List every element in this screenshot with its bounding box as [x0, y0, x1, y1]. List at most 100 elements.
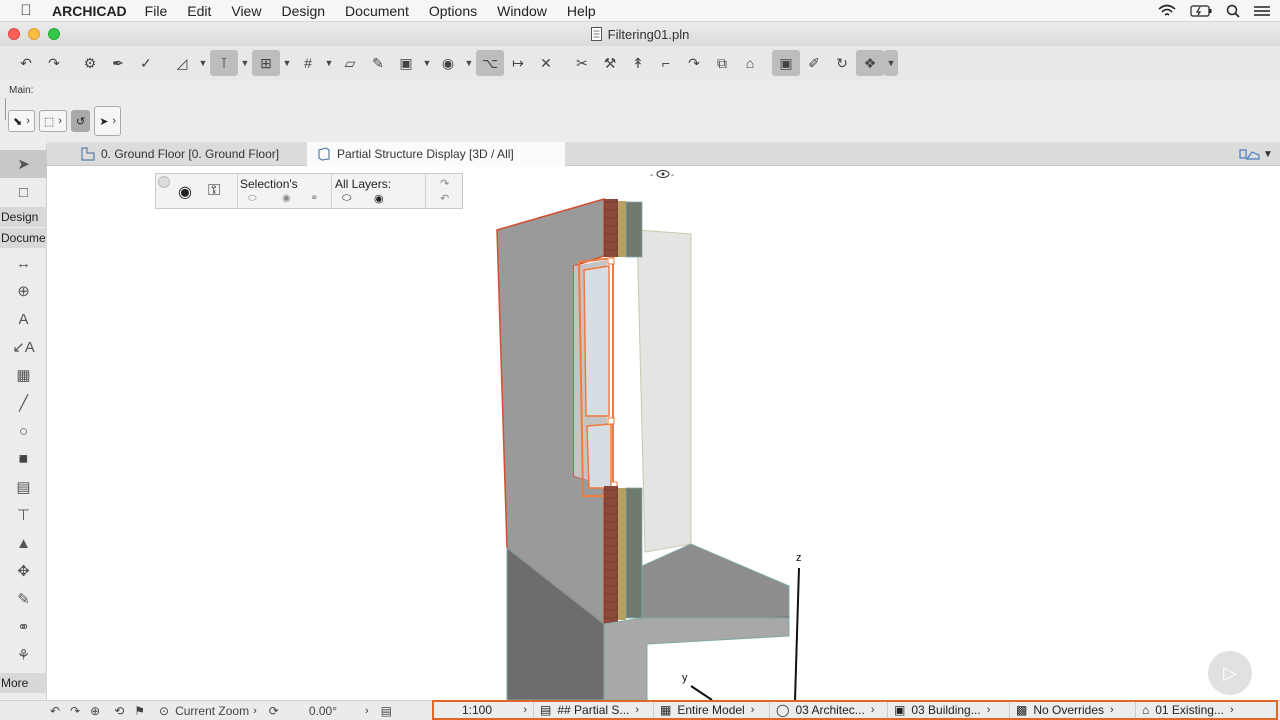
scale-selector[interactable]: 1:100 › — [434, 702, 534, 718]
renovation-filter-selector[interactable]: ⌂ 01 Existing... › — [1136, 702, 1256, 718]
rotation-angle-value[interactable]: 0.00° — [309, 704, 337, 718]
wifi-icon[interactable] — [1158, 4, 1176, 18]
arrow-tool-button[interactable]: ➤ › — [94, 106, 122, 136]
roof-icon[interactable]: ⌂ — [736, 50, 764, 76]
rotate-marquee-button[interactable]: ↺ — [70, 110, 91, 132]
close-window-button[interactable] — [8, 28, 20, 40]
navigator-menu-button[interactable]: ▼ — [1229, 142, 1280, 166]
eyedropper-icon[interactable]: ✒ — [104, 50, 132, 76]
undo-icon[interactable]: ↶ — [12, 50, 40, 76]
marquee-type-button[interactable]: ⬚ › — [38, 110, 67, 132]
play-video-button[interactable]: ▷ — [1208, 651, 1252, 695]
fillet-icon[interactable]: ⌐ — [652, 50, 680, 76]
layers-dropdown-icon[interactable]: ▼ — [420, 50, 434, 76]
view-3d-dropdown-icon[interactable]: ▼ — [884, 50, 898, 76]
selection-show-icon[interactable]: ⬭ — [248, 193, 257, 204]
document-section-label[interactable]: Docume — [0, 228, 47, 248]
guide-dropdown-icon[interactable]: ▼ — [196, 50, 210, 76]
menu-help[interactable]: Help — [567, 3, 596, 19]
redo-icon[interactable]: ↷ — [40, 50, 68, 76]
paint-icon[interactable]: ✐ — [800, 50, 828, 76]
menu-file[interactable]: File — [145, 3, 168, 19]
plane-icon[interactable]: ▱ — [336, 50, 364, 76]
more-section-label[interactable]: More — [0, 673, 47, 693]
snap-dropdown-icon[interactable]: ▼ — [238, 50, 252, 76]
layers-lock-icon[interactable]: ◉ — [374, 192, 384, 205]
minimize-window-button[interactable] — [28, 28, 40, 40]
dimension-icon[interactable]: ↦ — [504, 50, 532, 76]
change-tool-icon[interactable]: ✎ — [0, 585, 47, 613]
marquee-fit-icon[interactable]: ▣ — [772, 50, 800, 76]
dimension-tool-icon[interactable]: ↔ — [0, 249, 47, 277]
menu-options[interactable]: Options — [429, 3, 477, 19]
line-tool-icon[interactable]: ╱ — [0, 389, 47, 417]
arrow-tool-icon[interactable]: ➤ — [0, 150, 47, 178]
lock-icon[interactable]: ◉ — [434, 50, 462, 76]
radial-dimension-icon[interactable]: ⊕ — [0, 277, 47, 305]
pen-set-selector[interactable]: ◯ 03 Architec... › — [770, 702, 888, 718]
curve-icon[interactable]: ↷ — [680, 50, 708, 76]
notification-list-icon[interactable] — [1254, 5, 1270, 17]
elevate-icon[interactable]: ↟ — [624, 50, 652, 76]
snap-icon[interactable]: ⊺ — [210, 50, 238, 76]
polyline-tool-icon[interactable]: ◾ — [0, 445, 47, 473]
view-3d-icon[interactable]: ❖ — [856, 50, 884, 76]
circle-tool-icon[interactable]: ○ — [0, 417, 47, 445]
orbit-icon[interactable]: ⟲ — [114, 704, 124, 718]
menu-document[interactable]: Document — [345, 3, 409, 19]
palette-redo-icon[interactable]: ↷ — [440, 177, 449, 190]
selection-unlock-icon[interactable]: ⚭ — [310, 193, 318, 204]
text-tool-icon[interactable]: A — [0, 305, 47, 333]
layers-show-icon[interactable]: ⬭ — [342, 192, 351, 205]
split-icon[interactable]: ✂ — [568, 50, 596, 76]
offset-icon[interactable]: ⧉ — [708, 50, 736, 76]
suspend-groups-icon[interactable]: ⌥ — [476, 50, 504, 76]
menu-edit[interactable]: Edit — [187, 3, 211, 19]
label-tool-icon[interactable]: ↙A — [0, 333, 47, 361]
find-select-icon[interactable]: ⚙ — [76, 50, 104, 76]
marquee-tool-icon[interactable]: □ — [0, 178, 47, 206]
selection-lock-icon[interactable]: ◉ — [282, 193, 291, 204]
section-tool-icon[interactable]: ⊤ — [0, 501, 47, 529]
zoom-forward-icon[interactable]: ↷ — [70, 704, 80, 718]
syringe-icon[interactable]: ✓ — [132, 50, 160, 76]
tab-3d-view[interactable]: Partial Structure Display [3D / All] — [307, 142, 565, 166]
tab-ground-floor[interactable]: 0. Ground Floor [0. Ground Floor] — [71, 142, 289, 166]
rotation-icon[interactable]: ⟳ — [269, 704, 279, 718]
lock-dropdown-icon[interactable]: ▼ — [462, 50, 476, 76]
visibility-eye-icon[interactable]: - - — [650, 170, 674, 181]
3d-viewport[interactable]: - - z y — [47, 166, 1280, 700]
walk-icon[interactable]: ⚑ — [134, 704, 145, 718]
model-selector[interactable]: ▦ Entire Model › — [654, 702, 770, 718]
design-section-label[interactable]: Design — [0, 207, 47, 227]
zoom-in-icon[interactable]: ⊕ — [90, 704, 100, 718]
elevation-tool-icon[interactable]: ▲ — [0, 529, 47, 557]
model-view-selector[interactable]: ▣ 03 Building... › — [888, 702, 1010, 718]
palette-close-button[interactable] — [158, 176, 170, 188]
fill-tool-icon[interactable]: ▦ — [0, 361, 47, 389]
menu-view[interactable]: View — [231, 3, 261, 19]
drawing-tool-icon[interactable]: ▤ — [0, 473, 47, 501]
eye-toggle-icon[interactable]: ◉ — [178, 182, 192, 202]
zoom-window-button[interactable] — [48, 28, 60, 40]
guide-line-icon[interactable]: ◿ — [168, 50, 196, 76]
search-icon[interactable] — [1226, 4, 1240, 18]
battery-icon[interactable] — [1190, 5, 1212, 17]
palette-undo-icon[interactable]: ↶ — [440, 192, 449, 205]
pencil-icon[interactable]: ✎ — [364, 50, 392, 76]
graphic-overrides-selector[interactable]: ▩ No Overrides › — [1010, 702, 1136, 718]
fit-in-window-icon[interactable]: ⊙ — [159, 704, 169, 718]
rotate-view-icon[interactable]: ↻ — [828, 50, 856, 76]
hotspot-tool-icon[interactable]: ✥ — [0, 557, 47, 585]
grid-icon[interactable]: # — [294, 50, 322, 76]
worksheet-tool-icon[interactable]: ⚭ — [0, 613, 47, 641]
menu-window[interactable]: Window — [497, 3, 547, 19]
grid-dropdown-icon[interactable]: ▼ — [322, 50, 336, 76]
apple-icon[interactable]:  — [0, 2, 52, 19]
ruler-icon[interactable]: ▤ — [381, 704, 392, 718]
current-zoom-button[interactable]: Current Zoom — [175, 704, 249, 718]
selection-method-button[interactable]: ⬊ › — [8, 110, 35, 132]
zoom-back-icon[interactable]: ↶ — [50, 704, 60, 718]
detail-tool-icon[interactable]: ⚘ — [0, 641, 47, 669]
lock-toggle-icon[interactable]: ⚿ — [208, 182, 220, 200]
